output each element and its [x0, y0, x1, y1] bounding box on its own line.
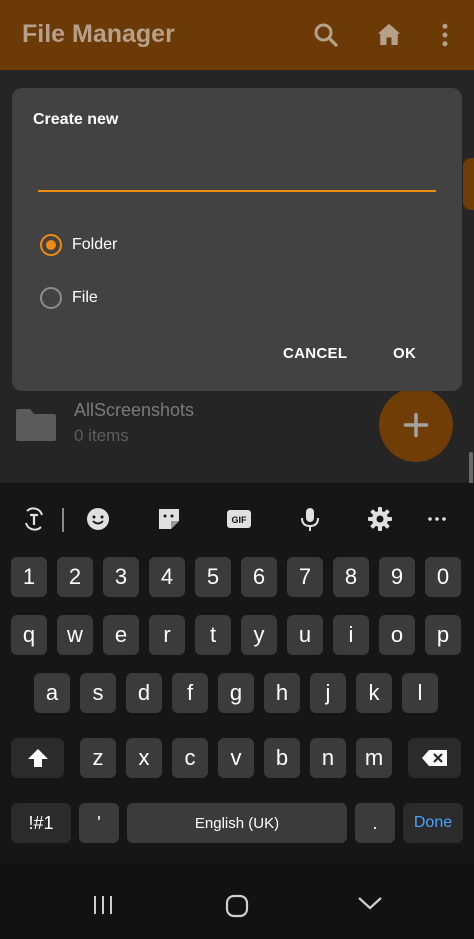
- key-v[interactable]: v: [218, 738, 254, 778]
- key-1[interactable]: 1: [11, 557, 47, 597]
- key-7[interactable]: 7: [287, 557, 323, 597]
- key-t[interactable]: t: [195, 615, 231, 655]
- more-vert-icon[interactable]: [430, 20, 460, 50]
- add-fab-button[interactable]: [379, 388, 453, 462]
- backspace-icon: [421, 750, 447, 766]
- name-input[interactable]: [38, 160, 436, 192]
- app-bar: File Manager: [0, 0, 474, 70]
- emoji-icon[interactable]: [80, 503, 116, 535]
- key-3[interactable]: 3: [103, 557, 139, 597]
- side-drawer-handle[interactable]: [463, 158, 474, 210]
- key-b[interactable]: b: [264, 738, 300, 778]
- key-f[interactable]: f: [172, 673, 208, 713]
- key-c[interactable]: c: [172, 738, 208, 778]
- done-key[interactable]: Done: [403, 803, 463, 843]
- key-o[interactable]: o: [379, 615, 415, 655]
- space-key[interactable]: English (UK): [127, 803, 347, 843]
- settings-icon[interactable]: [362, 503, 398, 535]
- key-m[interactable]: m: [356, 738, 392, 778]
- key-4[interactable]: 4: [149, 557, 185, 597]
- recents-icon[interactable]: [91, 894, 115, 921]
- key-0[interactable]: 0: [425, 557, 461, 597]
- system-navigation-bar: [0, 864, 474, 939]
- radio-label-folder: Folder: [72, 236, 118, 253]
- key-i[interactable]: i: [333, 615, 369, 655]
- home-icon[interactable]: [374, 20, 404, 50]
- dialog-title: Create new: [33, 111, 119, 128]
- key-d[interactable]: d: [126, 673, 162, 713]
- key-8[interactable]: 8: [333, 557, 369, 597]
- gif-label: GIF: [232, 515, 248, 525]
- key-e[interactable]: e: [103, 615, 139, 655]
- shift-icon: [27, 749, 48, 767]
- radio-button-checked[interactable]: [40, 234, 62, 256]
- folder-icon: [14, 405, 58, 445]
- key-x[interactable]: x: [126, 738, 162, 778]
- backspace-key[interactable]: [408, 738, 461, 778]
- period-key[interactable]: .: [355, 803, 395, 843]
- create-new-dialog: Create new Folder File CANCEL OK: [12, 88, 462, 391]
- key-s[interactable]: s: [80, 673, 116, 713]
- key-j[interactable]: j: [310, 673, 346, 713]
- sticker-icon[interactable]: [151, 503, 187, 535]
- list-item-subtitle: 0 items: [74, 426, 129, 445]
- radio-button-unchecked[interactable]: [40, 287, 62, 309]
- key-r[interactable]: r: [149, 615, 185, 655]
- key-n[interactable]: n: [310, 738, 346, 778]
- radio-folder[interactable]: Folder: [40, 230, 117, 260]
- key-p[interactable]: p: [425, 615, 461, 655]
- microphone-icon[interactable]: [292, 503, 328, 535]
- key-l[interactable]: l: [402, 673, 438, 713]
- back-chevron-icon[interactable]: [357, 894, 383, 917]
- text-convert-icon[interactable]: [16, 503, 52, 535]
- key-y[interactable]: y: [241, 615, 277, 655]
- cancel-button[interactable]: CANCEL: [283, 345, 347, 362]
- key-g[interactable]: g: [218, 673, 254, 713]
- list-item-title: AllScreenshots: [74, 400, 195, 420]
- more-horiz-icon[interactable]: [419, 503, 455, 535]
- home-circle-icon[interactable]: [225, 894, 249, 923]
- key-6[interactable]: 6: [241, 557, 277, 597]
- search-icon[interactable]: [311, 20, 341, 50]
- key-z[interactable]: z: [80, 738, 116, 778]
- key-a[interactable]: a: [34, 673, 70, 713]
- app-title: File Manager: [22, 20, 175, 48]
- key-u[interactable]: u: [287, 615, 323, 655]
- key-k[interactable]: k: [356, 673, 392, 713]
- shift-key[interactable]: [11, 738, 64, 778]
- radio-file[interactable]: File: [40, 283, 98, 313]
- soft-keyboard: GIF 1 2 3 4 5 6 7 8 9 0 q w e r t y u i …: [0, 483, 474, 864]
- key-q[interactable]: q: [11, 615, 47, 655]
- plus-icon: [403, 412, 429, 438]
- key-9[interactable]: 9: [379, 557, 415, 597]
- key-2[interactable]: 2: [57, 557, 93, 597]
- key-w[interactable]: w: [57, 615, 93, 655]
- ok-button[interactable]: OK: [393, 345, 416, 362]
- toolbar-divider: [62, 508, 64, 532]
- apostrophe-key[interactable]: ': [79, 803, 119, 843]
- radio-label-file: File: [72, 289, 98, 306]
- symbols-key[interactable]: !#1: [11, 803, 71, 843]
- key-h[interactable]: h: [264, 673, 300, 713]
- key-5[interactable]: 5: [195, 557, 231, 597]
- gif-icon[interactable]: GIF: [221, 503, 257, 535]
